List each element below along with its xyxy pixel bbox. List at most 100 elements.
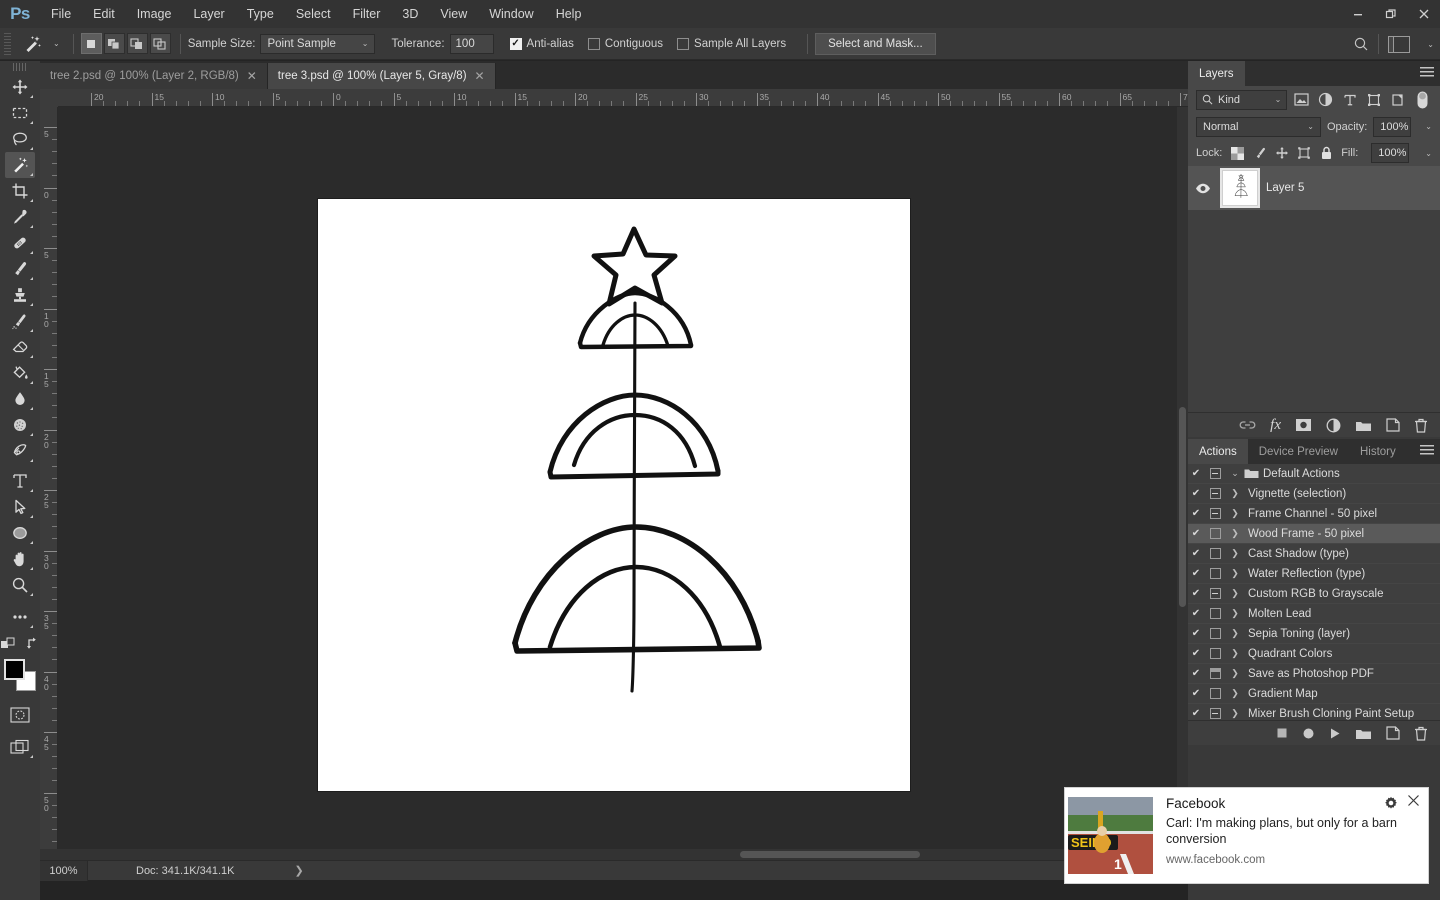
- hand-tool[interactable]: [5, 546, 35, 572]
- menu-help[interactable]: Help: [545, 0, 593, 28]
- tolerance-input[interactable]: 100: [449, 33, 494, 54]
- link-layers-icon[interactable]: [1239, 419, 1256, 431]
- workspace-switcher-button[interactable]: [1388, 35, 1411, 53]
- action-dialog-toggle[interactable]: [1204, 708, 1226, 719]
- pen-tool[interactable]: [5, 438, 35, 464]
- rectangular-marquee-tool[interactable]: [5, 100, 35, 126]
- clone-stamp-tool[interactable]: [5, 282, 35, 308]
- new-set-icon[interactable]: [1355, 727, 1372, 740]
- expand-chevron-right-icon[interactable]: ❯: [1226, 628, 1244, 639]
- tab-layers[interactable]: Layers: [1188, 61, 1245, 86]
- fill-chevron-icon[interactable]: ⌄: [1425, 149, 1432, 158]
- menu-window[interactable]: Window: [478, 0, 544, 28]
- notification-toast[interactable]: SEIKO 1 Facebook Carl: I'm making plans,…: [1065, 788, 1428, 883]
- new-action-icon[interactable]: [1386, 726, 1400, 740]
- action-check-icon[interactable]: ✔: [1188, 648, 1204, 659]
- eraser-tool[interactable]: [5, 334, 35, 360]
- screen-mode-button[interactable]: [5, 734, 35, 760]
- menu-filter[interactable]: Filter: [342, 0, 392, 28]
- fill-value[interactable]: 100%: [1371, 143, 1410, 163]
- play-selection-icon[interactable]: [1329, 727, 1341, 740]
- contiguous-checkbox[interactable]: [587, 37, 600, 50]
- action-dialog-toggle[interactable]: [1204, 608, 1226, 619]
- pixel-filter-icon[interactable]: [1292, 90, 1311, 110]
- action-row[interactable]: ✔ ❯ Quadrant Colors: [1188, 644, 1440, 664]
- menu-type[interactable]: Type: [236, 0, 285, 28]
- action-check-icon[interactable]: ✔: [1188, 688, 1204, 699]
- layer-visibility-toggle[interactable]: [1192, 183, 1214, 194]
- notification-url[interactable]: www.facebook.com: [1166, 854, 1418, 866]
- shape-filter-icon[interactable]: [1365, 90, 1384, 110]
- action-row[interactable]: ✔ ❯ Cast Shadow (type): [1188, 544, 1440, 564]
- magic-wand-tool[interactable]: [5, 152, 35, 178]
- horizontal-ruler[interactable]: 20151050510152025303540455055606570: [40, 89, 1188, 107]
- action-dialog-toggle[interactable]: [1204, 628, 1226, 639]
- action-dialog-toggle[interactable]: [1204, 648, 1226, 659]
- lock-transparent-pixels-icon[interactable]: [1230, 143, 1244, 163]
- type-tool[interactable]: [5, 468, 35, 494]
- sample-all-layers-checkbox-group[interactable]: Sample All Layers: [677, 37, 786, 50]
- brush-tool[interactable]: [5, 256, 35, 282]
- action-check-icon[interactable]: ✔: [1188, 468, 1204, 479]
- quick-mask-button[interactable]: [5, 702, 35, 728]
- delete-action-icon[interactable]: [1414, 726, 1428, 741]
- swap-colors-icon[interactable]: [24, 636, 40, 652]
- search-icon[interactable]: [1353, 36, 1369, 52]
- action-check-icon[interactable]: ✔: [1188, 668, 1204, 679]
- eyedropper-tool[interactable]: [5, 204, 35, 230]
- notification-close-icon[interactable]: [1407, 794, 1420, 810]
- move-tool[interactable]: [5, 74, 35, 100]
- sample-size-select[interactable]: Point Sample ⌄: [260, 33, 376, 54]
- sample-all-layers-checkbox[interactable]: [677, 37, 690, 50]
- dodge-tool[interactable]: [5, 412, 35, 438]
- action-row[interactable]: ✔ ❯ Mixer Brush Cloning Paint Setup: [1188, 704, 1440, 720]
- options-bar-grip[interactable]: [4, 32, 11, 55]
- action-dialog-toggle[interactable]: [1204, 528, 1226, 539]
- intersect-selection-button[interactable]: [149, 33, 171, 54]
- expand-chevron-right-icon[interactable]: ❯: [1226, 708, 1244, 719]
- actions-panel-menu-icon[interactable]: [1420, 445, 1434, 457]
- canvas-horizontal-scrollbar[interactable]: [40, 849, 1188, 860]
- begin-recording-icon[interactable]: [1302, 727, 1315, 740]
- expand-chevron-right-icon[interactable]: ❯: [1226, 608, 1244, 619]
- action-row[interactable]: ✔ ❯ Save as Photoshop PDF: [1188, 664, 1440, 684]
- layer-list[interactable]: Layer 5: [1188, 166, 1440, 412]
- lock-image-pixels-icon[interactable]: [1252, 143, 1266, 163]
- notification-settings-icon[interactable]: [1384, 796, 1398, 813]
- zoom-level[interactable]: 100%: [40, 860, 88, 881]
- action-row[interactable]: ✔ ❯ Custom RGB to Grayscale: [1188, 584, 1440, 604]
- action-dialog-toggle[interactable]: [1204, 488, 1226, 499]
- action-row[interactable]: ✔ ❯ Frame Channel - 50 pixel: [1188, 504, 1440, 524]
- document-tab-close-icon[interactable]: ✕: [247, 69, 257, 83]
- paint-bucket-tool[interactable]: [5, 360, 35, 386]
- action-row[interactable]: ✔ ⌄ Default Actions: [1188, 464, 1440, 484]
- vertical-ruler[interactable]: 50510152025303540455055: [40, 107, 58, 880]
- subtract-from-selection-button[interactable]: [126, 33, 148, 54]
- action-dialog-toggle[interactable]: [1204, 468, 1226, 479]
- ruler-corner[interactable]: [40, 89, 58, 107]
- lock-position-icon[interactable]: [1275, 143, 1289, 163]
- action-check-icon[interactable]: ✔: [1188, 528, 1204, 539]
- action-check-icon[interactable]: ✔: [1188, 608, 1204, 619]
- new-group-icon[interactable]: [1355, 419, 1372, 432]
- layer-name[interactable]: Layer 5: [1266, 182, 1304, 194]
- opacity-chevron-icon[interactable]: ⌄: [1425, 122, 1432, 131]
- delete-layer-icon[interactable]: [1414, 418, 1428, 433]
- expand-chevron-right-icon[interactable]: ❯: [1226, 508, 1244, 519]
- action-check-icon[interactable]: ✔: [1188, 508, 1204, 519]
- layer-filter-kind-select[interactable]: Kind ⌄: [1196, 89, 1288, 110]
- action-check-icon[interactable]: ✔: [1188, 488, 1204, 499]
- adjustment-filter-icon[interactable]: [1316, 90, 1335, 110]
- expand-chevron-right-icon[interactable]: ❯: [1226, 568, 1244, 579]
- expand-chevron-right-icon[interactable]: ❯: [1226, 528, 1244, 539]
- new-layer-icon[interactable]: [1386, 418, 1400, 432]
- new-selection-button[interactable]: [80, 33, 102, 54]
- action-row[interactable]: ✔ ❯ Gradient Map: [1188, 684, 1440, 704]
- history-brush-tool[interactable]: [5, 308, 35, 334]
- expand-chevron-right-icon[interactable]: ❯: [1226, 548, 1244, 559]
- menu-select[interactable]: Select: [285, 0, 342, 28]
- opacity-value[interactable]: 100%: [1373, 116, 1412, 137]
- close-button[interactable]: [1407, 0, 1440, 28]
- contiguous-checkbox-group[interactable]: Contiguous: [587, 37, 663, 50]
- layer-row-layer5[interactable]: Layer 5: [1188, 166, 1440, 210]
